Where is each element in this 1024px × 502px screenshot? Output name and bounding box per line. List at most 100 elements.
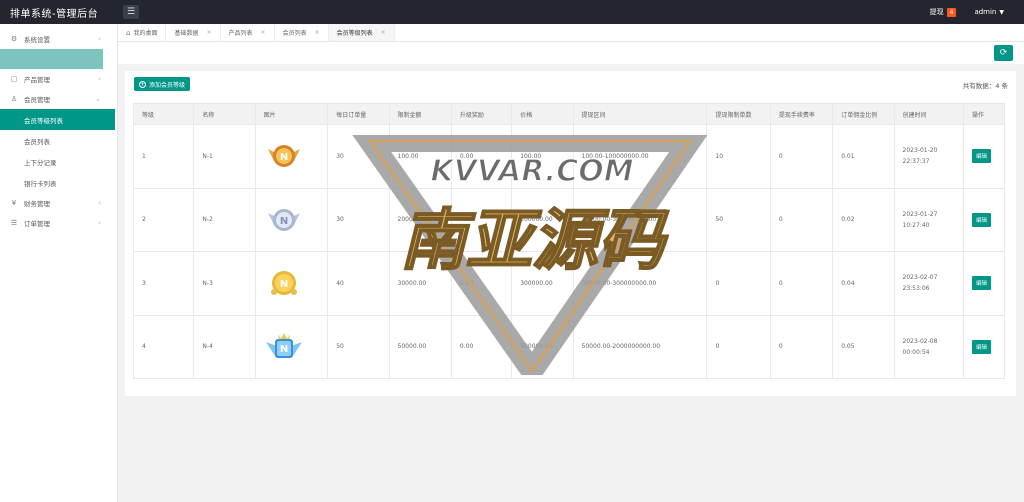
username: admin [974, 8, 997, 16]
sidebar-item-system-settings[interactable]: ⚙ 系统设置 ‹ [0, 29, 117, 49]
gear-icon: ⚙ [10, 35, 18, 43]
column-header: 升级奖励 [450, 103, 513, 125]
column-header: 价格 [511, 103, 574, 125]
cell-level: 1 [132, 124, 195, 189]
cell-commission-rate: 0.05 [832, 314, 895, 379]
cell-daily-orders: 40 [327, 251, 390, 316]
gold-round-medal-icon: N [270, 271, 297, 296]
cell-withdraw-range: 50000.00-2000000000.00 [572, 314, 708, 379]
cell-withdraw-range: 100.00-100000000.00 [572, 124, 708, 189]
table-row: 1 N-1 N 30 100.00 0.00 100.00 100.00-100… [132, 124, 1005, 189]
edit-button[interactable]: 编辑 [972, 276, 992, 291]
page-toolbar: ⟳ [118, 42, 1024, 64]
edit-button[interactable]: 编辑 [972, 149, 992, 164]
add-member-level-button[interactable]: + 添加会员等级 [134, 77, 191, 91]
hamburger-icon[interactable]: ☰ [123, 5, 139, 19]
chevron-down-icon: ⌄ [95, 95, 101, 103]
caret-down-icon: ▼ [999, 8, 1004, 16]
close-icon[interactable]: × [315, 29, 320, 36]
close-icon[interactable]: × [206, 29, 211, 36]
cell-created-time: 2023-02-07 23:53:06 [893, 251, 965, 316]
sidebar-subitem-member-level-list[interactable]: 会员等级列表 [0, 109, 115, 130]
cell-commission-rate: 0.02 [832, 187, 895, 252]
svg-text:N: N [279, 344, 287, 355]
cell-image: N [254, 314, 329, 379]
sidebar-item-order-management[interactable]: ☰ 订单管理 ‹ [0, 213, 117, 233]
cell-name: N-1 [193, 124, 256, 189]
cell-action: 编辑 [963, 124, 1005, 189]
svg-text:N: N [279, 216, 287, 227]
edit-button[interactable]: 编辑 [972, 339, 992, 354]
cell-daily-orders: 50 [327, 314, 390, 379]
cell-fee-rate: 0 [769, 251, 834, 316]
close-icon[interactable]: × [381, 29, 386, 36]
column-header: 名称 [193, 103, 256, 125]
column-header: 每日订单量 [327, 103, 390, 125]
cell-reward: 0.00 [450, 314, 513, 379]
tab-product-list[interactable]: 产品列表 × [221, 24, 275, 41]
cell-action: 编辑 [963, 187, 1005, 252]
cell-withdraw-count: 50 [706, 187, 771, 252]
sidebar-item-finance-management[interactable]: ¥ 财务管理 ‹ [0, 193, 117, 213]
chevron-left-icon: ‹ [98, 219, 101, 227]
table-row: 4 N-4 N 50 50000.00 0.00 500000.00 50000… [132, 314, 1005, 379]
silver-medal-icon: N [267, 208, 300, 231]
table-header-row: 等级 名称 图片 每日订单量 限制金额 升级奖励 价格 提现区间 提现限制单数 … [132, 103, 1005, 125]
header-right: 提现 4 admin ▼ [930, 0, 1004, 24]
cell-name: N-4 [193, 314, 256, 379]
tab-label: 会员列表 [282, 30, 307, 37]
tab-label: 基础数据 [174, 30, 199, 37]
sidebar-subitem-bank-cards[interactable]: 银行卡列表 [0, 172, 117, 193]
sidebar-subitem-member-list[interactable]: 会员列表 [0, 130, 117, 151]
member-level-table: 等级 名称 图片 每日订单量 限制金额 升级奖励 价格 提现区间 提现限制单数 … [132, 103, 1005, 379]
order-icon: ☰ [10, 219, 18, 227]
cell-fee-rate: 0 [769, 187, 834, 252]
cell-image: N [254, 251, 329, 316]
sidebar-subitem-score-records[interactable]: 上下分记录 [0, 151, 117, 172]
cell-withdraw-count: 0 [706, 251, 771, 316]
sidebar-item-label: 系统设置 [24, 36, 50, 44]
cell-price: 500000.00 [511, 314, 574, 379]
plus-icon: + [139, 80, 146, 88]
cell-level: 2 [132, 187, 195, 252]
withdraw-link[interactable]: 提现 4 [930, 7, 957, 17]
cell-limit: 100.00 [388, 124, 452, 189]
tab-my-desktop[interactable]: ⌂ 我的桌面 [118, 24, 167, 41]
tab-member-list[interactable]: 会员列表 × [275, 24, 329, 41]
column-header: 提现手续费率 [769, 103, 834, 125]
sidebar-item-member-management[interactable]: ♙ 会员管理 ⌄ [0, 89, 117, 109]
withdraw-label: 提现 [929, 8, 944, 16]
content-card: + 添加会员等级 共有数据：4 条 等级 名称 图片 每日订单量 限制金额 升级… [125, 71, 1016, 396]
sidebar-item-label: 订单管理 [24, 220, 50, 228]
cell-action: 编辑 [963, 251, 1005, 316]
user-menu[interactable]: admin ▼ [974, 8, 1004, 16]
cell-image: N [254, 187, 329, 252]
tab-member-level-list[interactable]: 会员等级列表 × [328, 24, 395, 41]
edit-button[interactable]: 编辑 [972, 212, 992, 227]
sidebar-item-label: 财务管理 [24, 200, 50, 208]
cell-limit: 30000.00 [388, 251, 452, 316]
app-title: 排单系统-管理后台 [10, 8, 99, 20]
sidebar-item-highlighted[interactable] [0, 49, 103, 69]
sidebar: ⚙ 系统设置 ‹ ▢ 产品管理 ‹ ♙ 会员管理 ⌄ 会员等级列表 会员列表 上… [0, 24, 118, 502]
cell-withdraw-range: 20000.00-300000000.00 [572, 187, 708, 252]
cell-reward: 0.00 [450, 251, 513, 316]
sidebar-item-label: 产品管理 [24, 76, 50, 84]
cell-withdraw-count: 10 [706, 124, 771, 189]
column-header: 提现区间 [572, 103, 708, 125]
column-header: 图片 [254, 103, 329, 125]
sidebar-item-product-management[interactable]: ▢ 产品管理 ‹ [0, 69, 117, 89]
svg-text:N: N [279, 152, 287, 163]
tab-basic-data[interactable]: 基础数据 × [166, 24, 221, 41]
refresh-icon[interactable]: ⟳ [994, 45, 1013, 61]
chevron-left-icon: ‹ [98, 199, 101, 207]
add-button-label: 添加会员等级 [149, 81, 186, 89]
chevron-left-icon: ‹ [98, 35, 101, 43]
cell-daily-orders: 30 [327, 124, 390, 189]
cell-created-time: 2023-01-20 22:37:37 [893, 124, 965, 189]
table-row: 3 N-3 N 40 30000.00 0.00 300000.00 30000… [132, 251, 1005, 316]
cell-price: 300000.00 [511, 251, 574, 316]
cell-price: 200000.00 [511, 187, 574, 252]
home-icon: ⌂ [126, 28, 131, 37]
close-icon[interactable]: × [261, 29, 266, 36]
